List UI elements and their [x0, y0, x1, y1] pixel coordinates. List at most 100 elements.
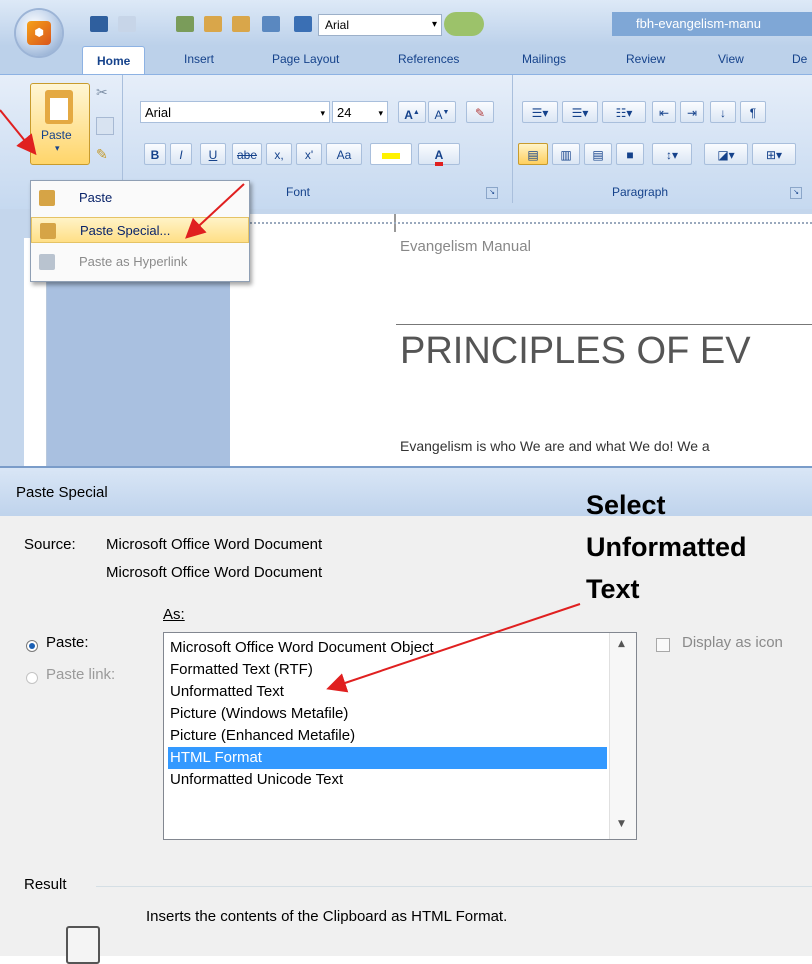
justify-button[interactable]: ■ [616, 143, 644, 165]
paste-link-radio [26, 672, 38, 684]
menu-item-paste-special[interactable]: Paste Special... [31, 217, 249, 243]
list-item[interactable]: Formatted Text (RTF) [168, 659, 607, 681]
format-painter-icon[interactable]: ✎ [96, 147, 112, 163]
list-item[interactable]: Picture (Enhanced Metafile) [168, 725, 607, 747]
font-name-box[interactable]: Arial ▾ [140, 101, 330, 123]
group-separator [512, 75, 513, 203]
font-size-box[interactable]: 24 ▾ [332, 101, 388, 123]
font-color-icon: A [434, 148, 444, 166]
menu-item-paste-hyperlink: Paste as Hyperlink [31, 249, 249, 275]
decrease-indent-button[interactable]: ⇤ [652, 101, 676, 123]
office-button[interactable]: ⬢ [16, 10, 62, 56]
clipboard-paper [50, 98, 68, 120]
display-as-icon-label: Display as icon [682, 634, 783, 651]
list-item[interactable]: Unformatted Unicode Text [168, 769, 607, 791]
shading-button[interactable]: ◪▾ [704, 143, 748, 165]
list-item-unformatted-text[interactable]: Unformatted Text [168, 681, 607, 703]
list-item[interactable]: Picture (Windows Metafile) [168, 703, 607, 725]
paragraph-group-label: Paragraph [612, 185, 669, 199]
highlight-color-button[interactable] [370, 143, 412, 165]
tab-page-layout[interactable]: Page Layout [272, 52, 339, 66]
open-icon[interactable] [204, 16, 222, 32]
qat-font-box[interactable]: Arial ▾ [318, 14, 442, 36]
increase-indent-button[interactable]: ⇥ [680, 101, 704, 123]
annotation-line-3: Text [586, 574, 640, 604]
menu-item-label: Paste [79, 190, 113, 205]
line-spacing-button[interactable]: ↕▾ [652, 143, 692, 165]
tab-view[interactable]: View [718, 52, 744, 66]
save-icon[interactable] [90, 16, 108, 32]
format-painter-qat-icon[interactable] [294, 16, 312, 32]
chevron-down-icon[interactable]: ▾ [378, 102, 383, 124]
as-listbox[interactable]: Microsoft Office Word Document Object Fo… [163, 632, 637, 840]
chevron-down-icon[interactable]: ▾ [55, 144, 60, 154]
document-header: Evangelism Manual [400, 238, 531, 255]
paste-qat-icon[interactable] [232, 16, 250, 32]
paste-special-dialog: Paste Special Source: Microsoft Office W… [0, 466, 812, 964]
grow-font-button[interactable]: A▲ [398, 101, 426, 123]
shrink-font-button[interactable]: A▼ [428, 101, 456, 123]
display-as-icon-checkbox [656, 638, 670, 652]
paste-link-label: Paste link: [46, 666, 116, 683]
scroll-down-icon[interactable]: ▼ [618, 819, 625, 829]
paragraph-dialog-launcher-icon[interactable]: ↘ [790, 187, 802, 199]
listbox-scrollbar[interactable]: ▲ ▼ [609, 633, 636, 839]
align-center-button[interactable]: ▥ [552, 143, 580, 165]
green-circle-icon[interactable] [444, 12, 484, 36]
dialog-title-bar: Paste Special [0, 468, 812, 516]
bullets-button[interactable]: ☰▾ [522, 101, 558, 123]
hyperlink-icon [39, 254, 55, 270]
menu-item-paste[interactable]: Paste [31, 185, 249, 211]
font-dialog-launcher-icon[interactable]: ↘ [486, 187, 498, 199]
tab-review[interactable]: Review [626, 52, 665, 66]
scroll-up-icon[interactable]: ▲ [618, 639, 625, 649]
copy-icon[interactable] [96, 117, 114, 135]
sort-button[interactable]: ↓ [710, 101, 736, 123]
cut-icon[interactable]: ✂ [96, 85, 112, 101]
print-preview-icon[interactable] [176, 16, 194, 32]
word-window: ⬢ Arial ▾ fbh-evangelism-manu Home Inser… [0, 0, 812, 466]
numbering-button[interactable]: ☰▾ [562, 101, 598, 123]
result-separator [96, 886, 812, 887]
multilevel-list-button[interactable]: ☷▾ [602, 101, 646, 123]
tab-mailings[interactable]: Mailings [522, 52, 566, 66]
paste-button[interactable]: Paste ▾ [30, 83, 90, 165]
align-right-button[interactable]: ▤ [584, 143, 612, 165]
qat-font-name: Arial [325, 18, 350, 32]
strikethrough-button[interactable]: abe [232, 143, 262, 165]
undo-icon[interactable] [118, 16, 136, 32]
chevron-down-icon[interactable]: ▾ [320, 102, 325, 124]
show-marks-button[interactable]: ¶ [740, 101, 766, 123]
paste-button-label: Paste [41, 128, 72, 142]
chevron-down-icon[interactable]: ▾ [432, 15, 437, 35]
italic-button[interactable]: I [170, 143, 192, 165]
align-left-button[interactable]: ▤ [518, 143, 548, 165]
paste-radio-label[interactable]: Paste: [46, 634, 89, 651]
list-item[interactable]: Microsoft Office Word Document Object [168, 637, 607, 659]
paste-special-icon [40, 223, 56, 239]
document-heading: PRINCIPLES OF EV [400, 330, 751, 372]
tab-references[interactable]: References [398, 52, 459, 66]
clear-formatting-icon[interactable]: ✎ [466, 101, 494, 123]
borders-button[interactable]: ⊞▾ [752, 143, 796, 165]
superscript-button[interactable]: x' [296, 143, 322, 165]
highlighter-icon [382, 153, 400, 159]
office-logo-icon: ⬢ [27, 21, 51, 45]
paste-icon [39, 190, 55, 206]
subscript-button[interactable]: x, [266, 143, 292, 165]
underline-button[interactable]: U [200, 143, 226, 165]
tab-home[interactable]: Home [82, 46, 146, 75]
list-item-selected[interactable]: HTML Format [168, 747, 607, 769]
clipboard-result-icon [66, 926, 100, 964]
change-case-button[interactable]: Aa [326, 143, 362, 165]
spelling-icon[interactable] [262, 16, 280, 32]
horizontal-ruler[interactable] [234, 214, 812, 235]
font-name-value: Arial [145, 105, 172, 120]
tab-developer[interactable]: De [792, 52, 807, 66]
tab-insert[interactable]: Insert [184, 52, 214, 66]
document-body: Evangelism is who We are and what We do!… [400, 438, 710, 454]
paste-radio[interactable] [26, 640, 38, 652]
font-color-button[interactable]: A [418, 143, 460, 166]
bold-button[interactable]: B [144, 143, 166, 165]
source-label: Source: [24, 536, 76, 553]
